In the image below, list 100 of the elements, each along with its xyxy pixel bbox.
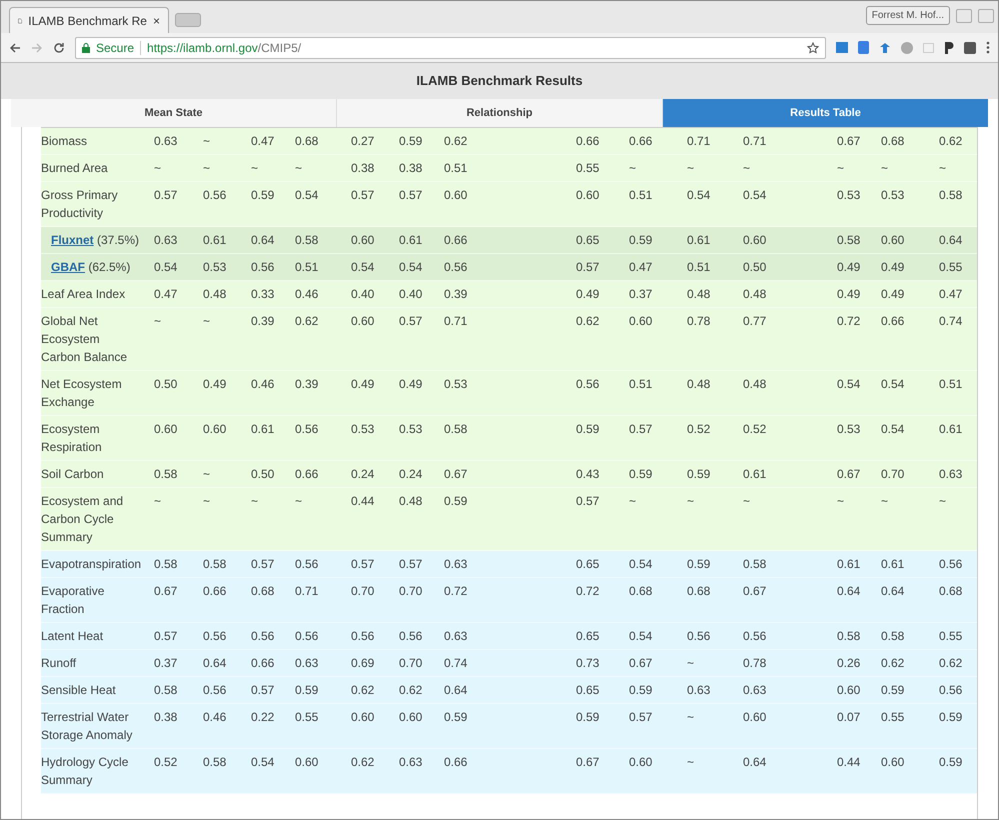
- table-cell-text: 0.50: [743, 259, 766, 276]
- table-cell-text: 0.63: [444, 556, 468, 573]
- table-cell-text: 0.67: [837, 133, 860, 150]
- table-cell-text: 0.59: [295, 682, 318, 699]
- table-cell-text: 0.47: [939, 286, 962, 303]
- table-cell-text: ~: [203, 493, 210, 510]
- table-cell-text: 0.57: [399, 556, 422, 573]
- menu-icon[interactable]: [986, 41, 990, 54]
- table-cell-text: 0.44: [837, 754, 860, 771]
- table-cell-text: 0.44: [351, 493, 374, 510]
- row-label[interactable]: Runoff: [41, 654, 90, 672]
- table-cell-text: 0.70: [881, 466, 904, 483]
- table-cell-text: 0.58: [203, 556, 226, 573]
- row-label[interactable]: Hydrology Cycle Summary: [41, 753, 154, 789]
- row-label[interactable]: Net Ecosystem Exchange: [41, 375, 154, 411]
- address-bar[interactable]: Secure https://ilamb.ornl.gov/CMIP5/: [75, 36, 826, 58]
- table-cell-text: 0.71: [295, 583, 318, 600]
- table-cell-text: 0.39: [251, 313, 274, 330]
- row-label[interactable]: Terrestrial Water Storage Anomaly: [41, 708, 154, 744]
- source-link[interactable]: GBAF: [51, 260, 85, 274]
- table-cell-text: 0.59: [939, 754, 962, 771]
- table-cell-text: 0.62: [444, 133, 468, 150]
- row-label[interactable]: Gross Primary Productivity: [41, 186, 154, 222]
- back-icon[interactable]: [9, 42, 21, 54]
- table-cell-text: 0.22: [251, 709, 274, 726]
- new-tab-button[interactable]: [175, 13, 201, 27]
- minimize-button[interactable]: [956, 8, 972, 22]
- table-cell-text: 0.50: [251, 466, 274, 483]
- table-cell-text: 0.74: [939, 313, 962, 330]
- row-label[interactable]: Biomass: [41, 132, 102, 150]
- table-cell-text: ~: [295, 493, 302, 510]
- table-cell-text: 0.60: [743, 709, 766, 726]
- table-cell-text: 0.60: [351, 232, 374, 249]
- table-cell-text: 0.38: [351, 160, 374, 177]
- table-cell-text: 0.64: [444, 682, 468, 699]
- source-link[interactable]: Fluxnet: [51, 233, 94, 247]
- table-cell-text: 0.57: [154, 187, 178, 204]
- table-cell-text: 0.78: [687, 313, 710, 330]
- table-cell-text: 0.59: [576, 421, 600, 438]
- table-cell-text: 0.54: [251, 754, 274, 771]
- row-label[interactable]: Burned Area: [41, 159, 122, 177]
- table-cell-text: 0.49: [881, 286, 904, 303]
- reload-icon[interactable]: [53, 42, 65, 54]
- table-cell-text: 0.57: [629, 421, 652, 438]
- row-label[interactable]: Evaporative Fraction: [41, 582, 154, 618]
- table-cell-text: 0.54: [629, 628, 652, 645]
- row-label[interactable]: Latent Heat: [41, 627, 118, 645]
- table-cell-text: 0.65: [576, 556, 600, 573]
- table-cell-text: 0.62: [576, 313, 600, 330]
- row-label[interactable]: Sensible Heat: [41, 681, 130, 699]
- table-cell-text: 0.66: [444, 754, 468, 771]
- star-icon[interactable]: [807, 42, 819, 54]
- table-cell-text: 0.07: [837, 709, 860, 726]
- row-label[interactable]: Global Net Ecosystem Carbon Balance: [41, 312, 154, 366]
- profile-button[interactable]: Forrest M. Hof...: [866, 6, 950, 25]
- table-cell-text: 0.54: [295, 187, 318, 204]
- table-cell-text: 0.60: [295, 754, 318, 771]
- table-cell-text: 0.54: [351, 259, 374, 276]
- table-cell-text: 0.51: [444, 160, 468, 177]
- row-label[interactable]: Evapotranspiration: [41, 555, 156, 573]
- row-label[interactable]: Ecosystem and Carbon Cycle Summary: [41, 492, 154, 546]
- table-cell-text: 0.63: [295, 655, 318, 672]
- extension-icon[interactable]: [944, 41, 954, 54]
- table-cell-text: 0.59: [629, 232, 652, 249]
- close-tab-button[interactable]: ×: [152, 12, 160, 30]
- row-label[interactable]: Leaf Area Index: [41, 285, 140, 303]
- table-cell-text: 0.53: [881, 187, 904, 204]
- row-label[interactable]: Soil Carbon: [41, 465, 118, 483]
- table-cell-text: 0.61: [687, 232, 710, 249]
- forward-icon[interactable]: [31, 42, 43, 54]
- table-cell-text: 0.59: [687, 556, 710, 573]
- table-cell-text: 0.67: [444, 466, 468, 483]
- table-cell-text: 0.64: [939, 232, 962, 249]
- table-cell-text: 0.43: [576, 466, 600, 483]
- table-cell-text: ~: [154, 313, 162, 330]
- row-label[interactable]: Ecosystem Respiration: [41, 420, 154, 456]
- table-cell-text: 0.61: [203, 232, 226, 249]
- table-cell-text: 0.47: [154, 286, 178, 303]
- table-cell-text: 0.64: [837, 583, 860, 600]
- table-cell-text: 0.62: [881, 655, 904, 672]
- table-cell-text: 0.56: [295, 556, 318, 573]
- table-cell-text: 0.53: [351, 421, 374, 438]
- tab[interactable]: Results Table: [663, 99, 988, 127]
- maximize-button[interactable]: [978, 8, 994, 22]
- table-cell-text: 0.33: [251, 286, 274, 303]
- table-cell-text: 0.68: [629, 583, 652, 600]
- table-cell-text: 0.70: [351, 583, 374, 600]
- secure-label: Secure: [96, 40, 134, 56]
- table-cell-text: 0.62: [351, 754, 374, 771]
- table-cell-text: 0.62: [939, 133, 962, 150]
- table-cell-text: 0.39: [295, 376, 318, 393]
- table-cell-text: 0.58: [295, 232, 318, 249]
- table-cell-text: 0.60: [881, 232, 904, 249]
- table-cell-text: 0.51: [629, 376, 652, 393]
- browser-tab[interactable]: ILAMB Benchmark Re ×: [9, 7, 169, 33]
- table-cell-text: 0.51: [629, 187, 652, 204]
- table-cell-text: 0.54: [743, 187, 766, 204]
- table-cell-text: 0.49: [881, 259, 904, 276]
- extension-icon[interactable]: [964, 42, 976, 54]
- tab-title: ILAMB Benchmark Re: [28, 12, 147, 30]
